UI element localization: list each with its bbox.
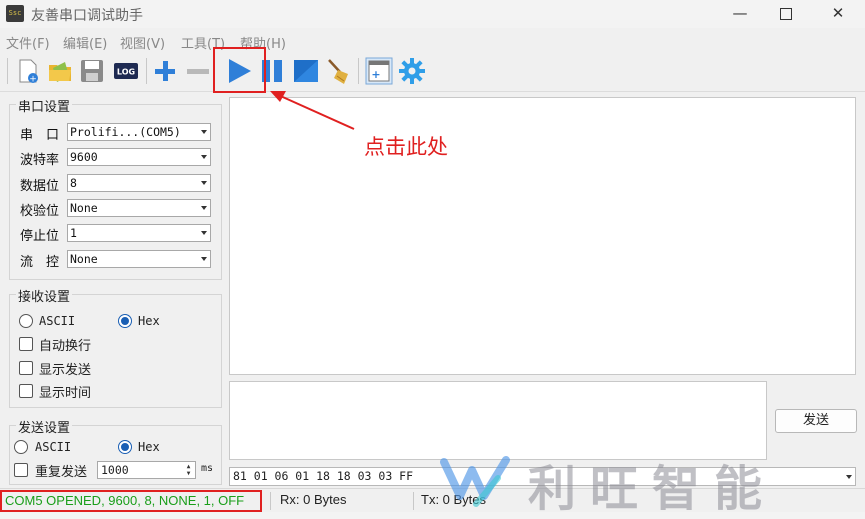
open-folder-icon[interactable] (45, 56, 75, 86)
port-label: 串 口 (20, 128, 60, 143)
menu-edit[interactable]: 编辑(E) (63, 33, 107, 52)
status-separator (413, 492, 414, 510)
send-history-value: 81 01 06 01 18 18 03 03 FF (233, 469, 414, 483)
stepper-down-icon[interactable]: ▼ (183, 470, 194, 477)
baud-rate-select[interactable]: 9600 (67, 148, 211, 166)
new-window-icon[interactable]: + (364, 56, 394, 86)
receive-ascii-radio[interactable] (19, 314, 33, 328)
send-settings-title: 发送设置 (16, 417, 73, 436)
annotation-label: 点击此处 (364, 135, 448, 159)
status-separator (270, 492, 271, 510)
svg-text:+: + (371, 68, 380, 81)
clear-broom-icon[interactable] (324, 56, 354, 86)
minimize-icon[interactable]: — (717, 0, 763, 28)
chevron-down-icon (201, 206, 207, 210)
status-bar: COM5 OPENED, 9600, 8, NONE, 1, OFF Rx: 0… (0, 488, 865, 512)
send-ascii-radio[interactable] (14, 440, 28, 454)
show-time-checkbox[interactable] (19, 384, 33, 398)
chevron-down-icon (201, 155, 207, 159)
stepper-buttons[interactable]: ▲ ▼ (183, 463, 194, 477)
repeat-send-label: 重复发送 (35, 465, 88, 480)
annotation-arrow-icon (270, 91, 355, 130)
start-highlight-box (213, 47, 266, 93)
menu-file[interactable]: 文件(F) (6, 33, 50, 52)
chevron-down-icon (201, 231, 207, 235)
rx-counter: Rx: 0 Bytes (280, 492, 347, 507)
send-textarea[interactable] (229, 381, 767, 460)
receive-ascii-label: ASCII (39, 314, 76, 328)
menu-bar: 文件(F) 编辑(E) 视图(V) 工具(T) 帮助(H) (0, 30, 865, 52)
send-hex-label: Hex (138, 440, 160, 454)
parity-label: 校验位 (20, 204, 60, 219)
receive-hex-label: Hex (138, 314, 160, 328)
chevron-down-icon (201, 257, 207, 261)
chevron-down-icon (201, 130, 207, 134)
flow-control-select[interactable]: None (67, 250, 211, 268)
new-file-icon[interactable]: + (13, 56, 43, 86)
show-send-checkbox[interactable] (19, 361, 33, 375)
show-send-label: 显示发送 (39, 363, 92, 378)
window-title: 友善串口调试助手 (31, 8, 143, 24)
receive-hex-radio[interactable] (118, 314, 132, 328)
repeat-interval-stepper[interactable]: 1000 ▲ ▼ (97, 461, 196, 479)
send-hex-radio[interactable] (118, 440, 132, 454)
svg-text:+: + (29, 75, 37, 85)
toolbar-separator (358, 58, 359, 84)
close-icon[interactable]: ✕ (815, 0, 861, 28)
app-icon: Ssc (6, 5, 24, 22)
remove-icon[interactable] (183, 56, 213, 86)
title-bar: Ssc 友善串口调试助手 — ✕ (0, 0, 865, 28)
app-window: Ssc 友善串口调试助手 — ✕ 文件(F) 编辑(E) 视图(V) 工具(T)… (0, 0, 865, 517)
data-bits-select[interactable]: 8 (67, 174, 211, 192)
port-select[interactable]: Prolifi...(COM5) (67, 123, 211, 141)
serial-settings-title: 串口设置 (16, 96, 73, 115)
tx-counter: Tx: 0 Bytes (421, 492, 487, 507)
chevron-down-icon (201, 181, 207, 185)
toolbar-separator (146, 58, 147, 84)
menu-view[interactable]: 视图(V) (120, 33, 165, 52)
auto-wrap-label: 自动换行 (39, 339, 92, 354)
toolbar-separator (7, 58, 8, 84)
save-icon[interactable] (77, 56, 107, 86)
receive-settings-title: 接收设置 (16, 286, 73, 305)
port-status: COM5 OPENED, 9600, 8, NONE, 1, OFF (0, 490, 262, 512)
svg-text:LOG: LOG (117, 68, 135, 77)
stop-icon[interactable] (291, 56, 321, 86)
send-button[interactable]: 发送 (775, 409, 857, 433)
stop-bits-label: 停止位 (20, 229, 60, 244)
send-ascii-label: ASCII (35, 440, 72, 454)
auto-wrap-checkbox[interactable] (19, 337, 33, 351)
repeat-send-checkbox[interactable] (14, 463, 28, 477)
receive-textarea[interactable] (229, 97, 856, 375)
toolbar: + LOG + (0, 52, 865, 92)
stop-bits-select[interactable]: 1 (67, 224, 211, 242)
data-bits-label: 数据位 (20, 179, 60, 194)
maximize-icon[interactable] (763, 0, 809, 28)
interval-unit-label: ms (201, 463, 214, 474)
chevron-down-icon[interactable] (846, 475, 852, 479)
add-icon[interactable] (150, 56, 180, 86)
flow-control-label: 流 控 (20, 255, 60, 270)
settings-gear-icon[interactable] (397, 56, 427, 86)
baud-rate-label: 波特率 (20, 153, 60, 168)
log-icon[interactable]: LOG (111, 56, 141, 86)
stepper-up-icon[interactable]: ▲ (183, 463, 194, 470)
show-time-label: 显示时间 (39, 386, 92, 401)
parity-select[interactable]: None (67, 199, 211, 217)
send-history-combo[interactable]: 81 01 06 01 18 18 03 03 FF (229, 467, 856, 486)
